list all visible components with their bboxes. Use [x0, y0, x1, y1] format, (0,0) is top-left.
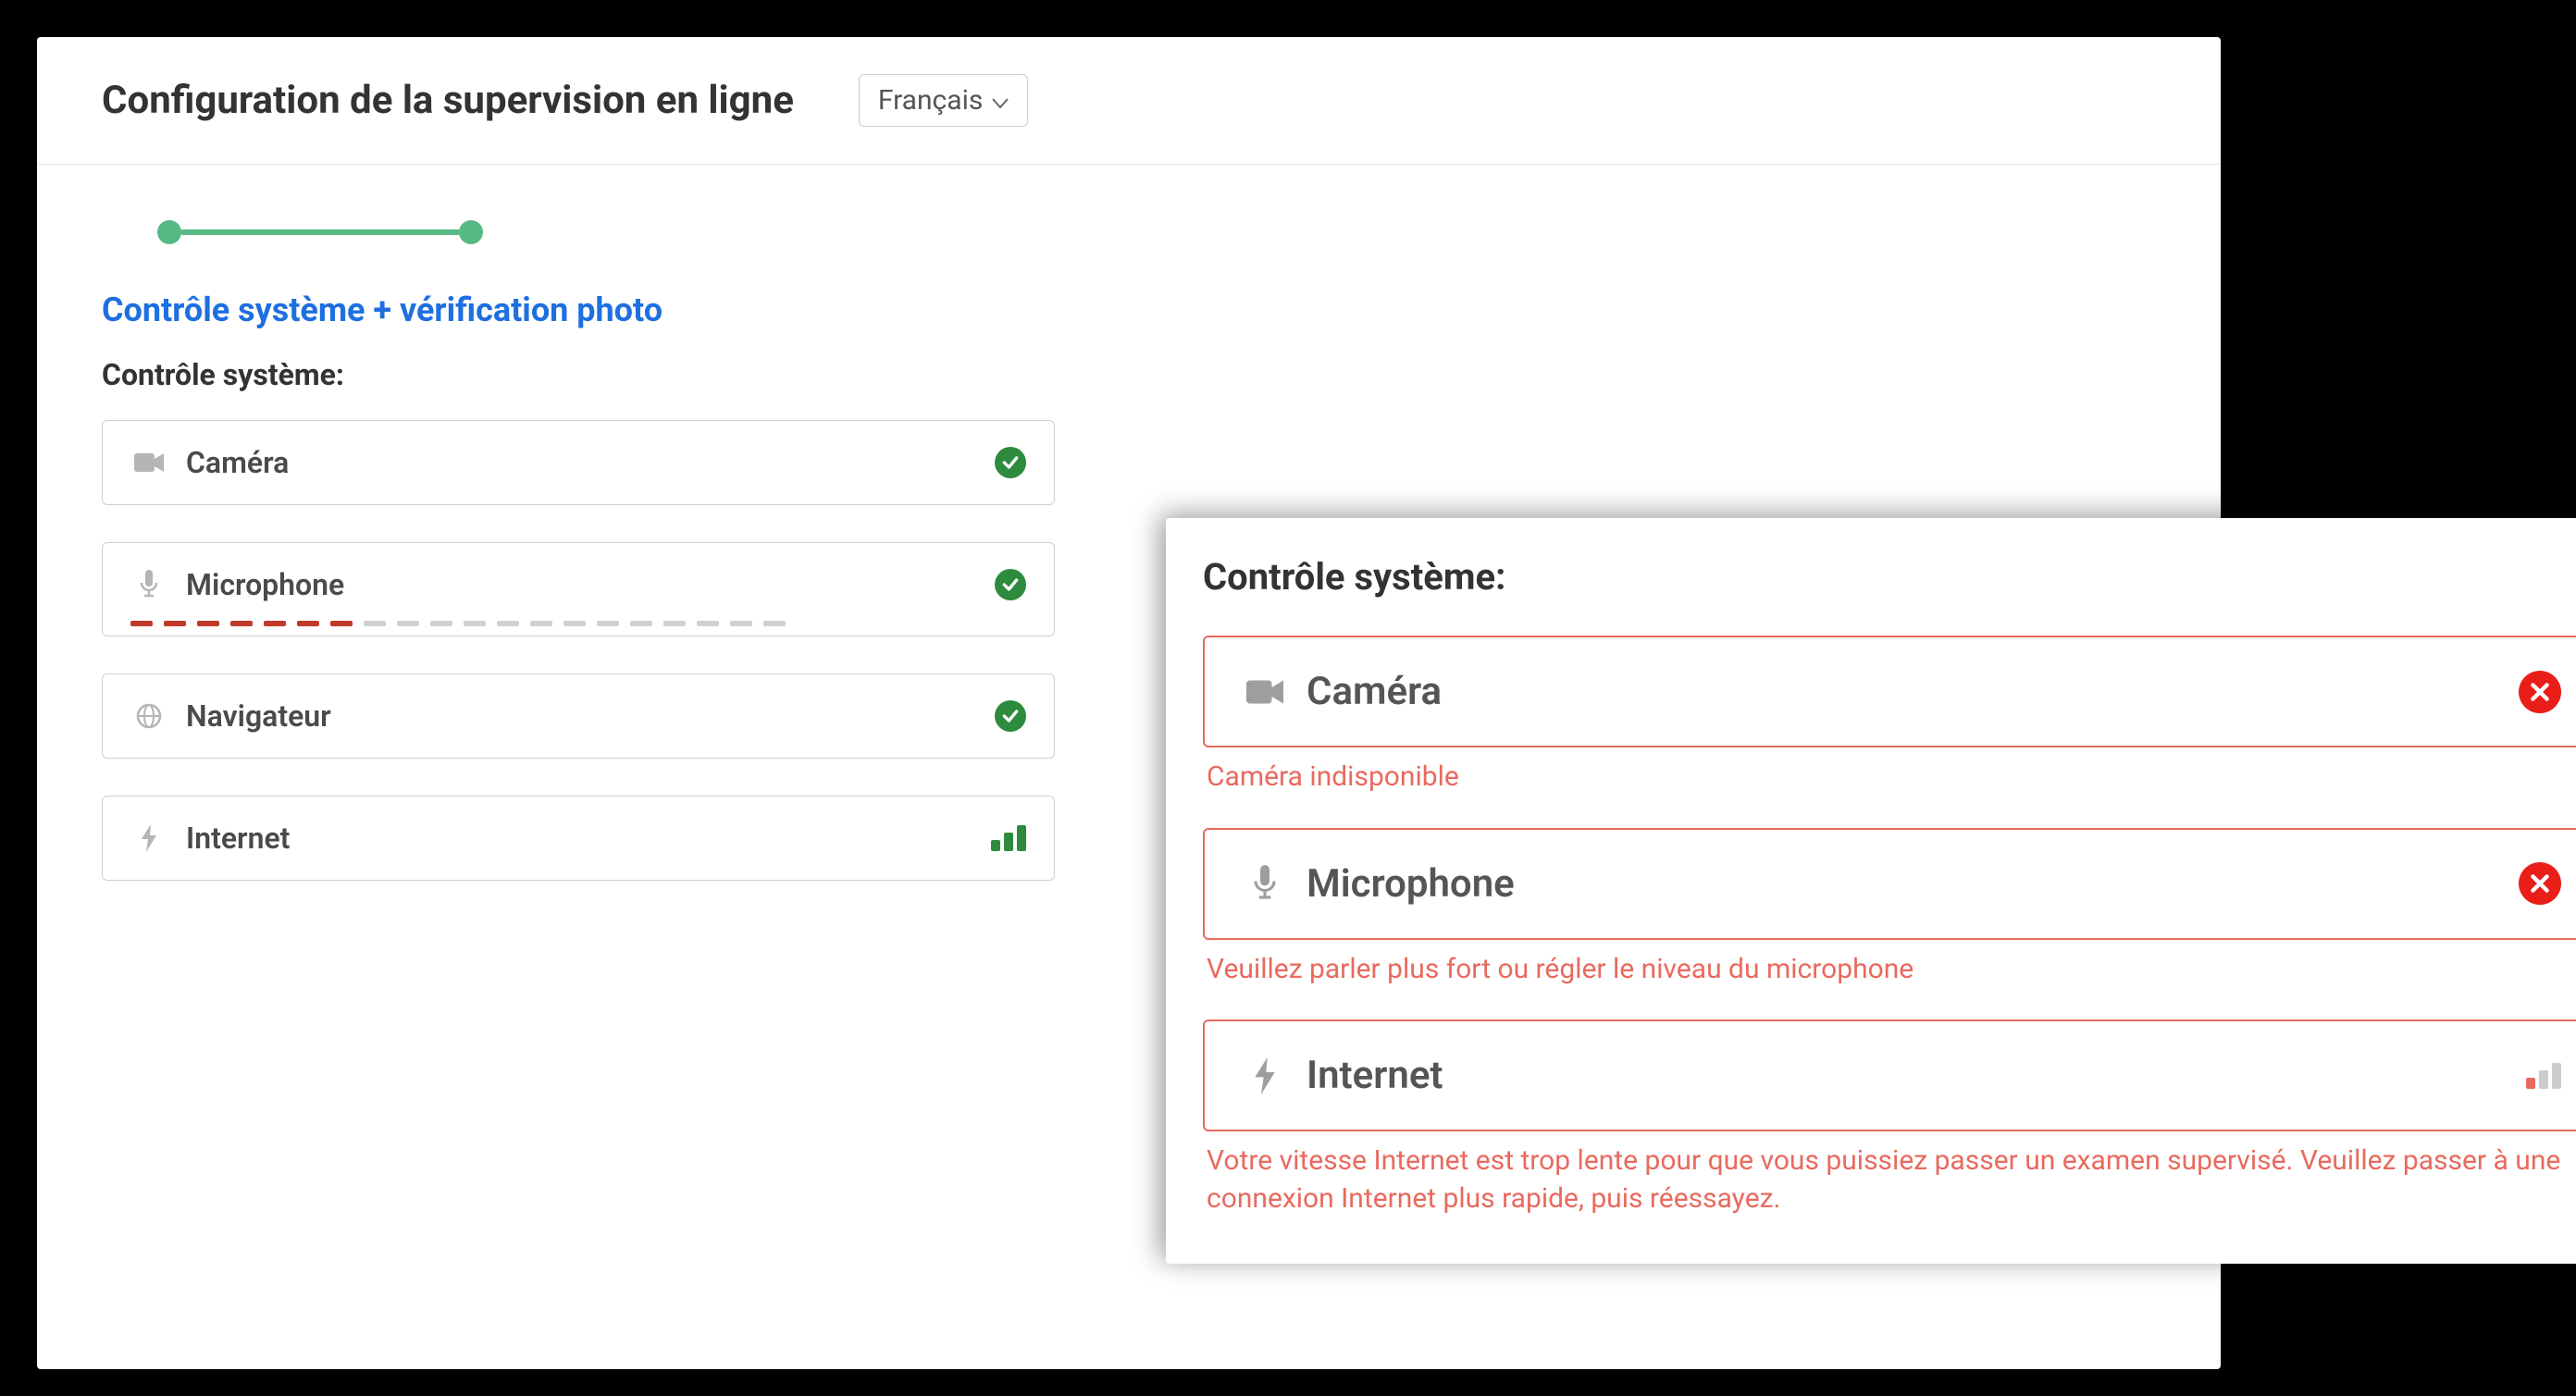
chevron-down-icon — [992, 84, 1009, 117]
lightning-icon — [130, 824, 167, 852]
camera-icon — [1242, 673, 1288, 710]
progress-bar — [181, 229, 459, 235]
signal-strength-icon — [2526, 1063, 2561, 1089]
status-ok-icon — [995, 700, 1026, 732]
check-label: Internet — [186, 821, 991, 856]
check-label: Microphone — [1307, 861, 2519, 907]
check-label: Caméra — [1307, 669, 2519, 714]
step-title: Contrôle système + vérification photo — [102, 290, 2156, 329]
language-selector[interactable]: Français — [859, 74, 1028, 127]
page-title: Configuration de la supervision en ligne — [102, 78, 794, 123]
camera-icon — [130, 451, 167, 474]
status-ok-icon — [995, 569, 1026, 600]
section-label: Contrôle système: — [1203, 555, 2576, 599]
check-row-microphone[interactable]: Microphone — [1203, 828, 2576, 940]
check-row-microphone[interactable]: Microphone — [102, 542, 1055, 636]
microphone-level-meter — [130, 621, 786, 626]
check-label: Navigateur — [186, 698, 995, 734]
config-panel-errors: Contrôle système: Caméra Caméra indispon… — [1166, 518, 2576, 1264]
error-message: Caméra indisponible — [1207, 759, 2576, 797]
status-ok-icon — [995, 447, 1026, 478]
status-error-icon — [2519, 671, 2561, 713]
check-row-camera[interactable]: Caméra — [1203, 636, 2576, 747]
check-label: Internet — [1307, 1053, 2526, 1098]
progress-dot — [459, 220, 483, 244]
status-error-icon — [2519, 862, 2561, 905]
language-label: Français — [878, 84, 983, 117]
check-row-browser[interactable]: Navigateur — [102, 673, 1055, 759]
check-row-internet[interactable]: Internet — [1203, 1019, 2576, 1131]
progress-dot — [157, 220, 181, 244]
panel-header: Configuration de la supervision en ligne… — [37, 37, 2221, 165]
lightning-icon — [1242, 1057, 1288, 1094]
error-message: Votre vitesse Internet est trop lente po… — [1207, 1143, 2576, 1217]
check-row-camera[interactable]: Caméra — [102, 420, 1055, 505]
microphone-icon — [1242, 865, 1288, 902]
check-label: Caméra — [186, 445, 995, 480]
signal-strength-icon — [991, 825, 1026, 851]
check-row-internet[interactable]: Internet — [102, 796, 1055, 881]
error-message: Veuillez parler plus fort ou régler le n… — [1207, 951, 2576, 989]
section-label: Contrôle système: — [102, 357, 2156, 392]
check-label: Microphone — [186, 567, 995, 602]
globe-icon — [130, 703, 167, 729]
progress-indicator — [157, 220, 2156, 244]
microphone-icon — [130, 570, 167, 599]
